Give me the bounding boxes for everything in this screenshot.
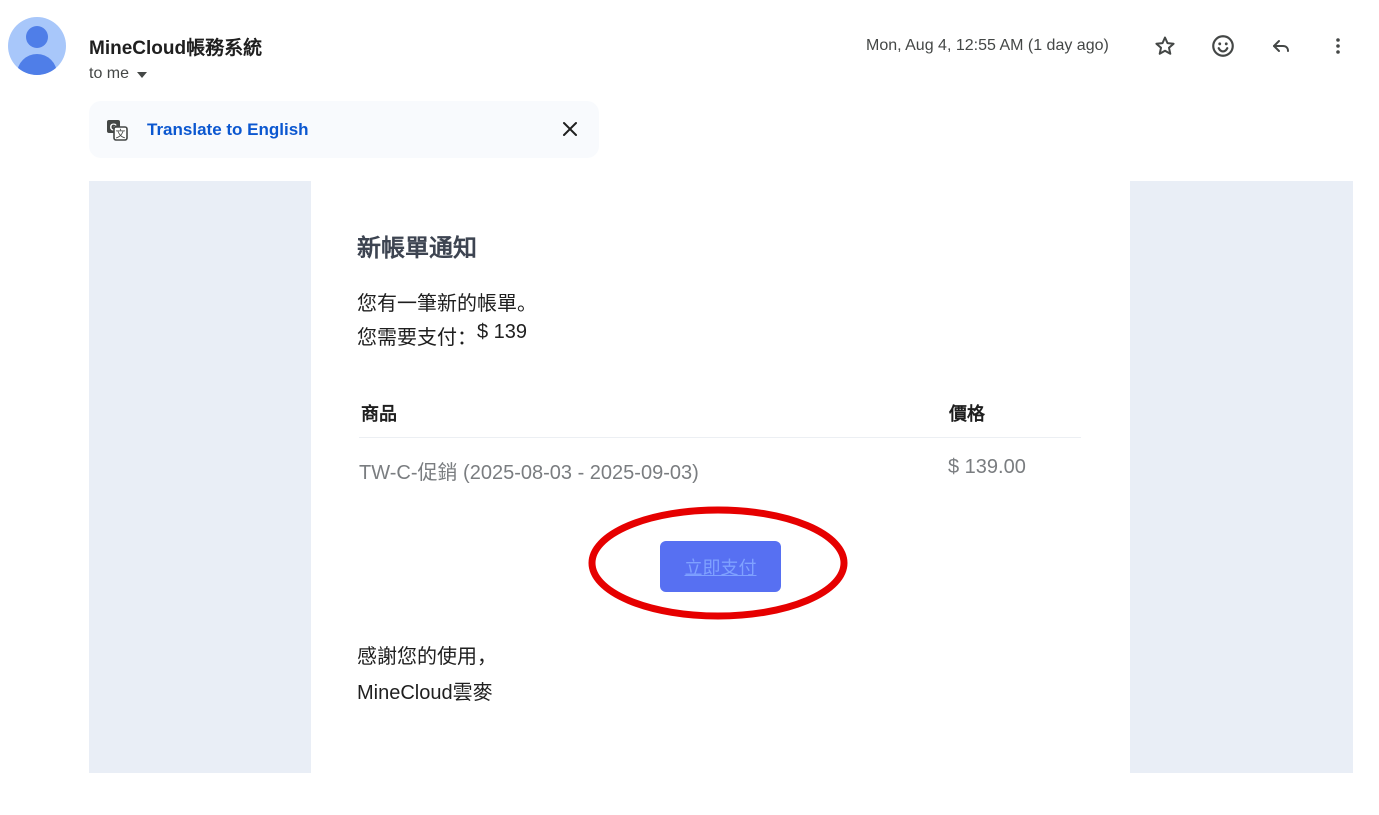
amount-due-line: 您需要支付： $ 139 [357,321,527,350]
translate-icon: G 文 [105,118,129,142]
thanks-text: 感謝您的使用， [357,646,497,668]
sender-name: MineCloud帳務系統 [89,38,263,59]
emoji-reaction-icon[interactable] [1207,30,1239,62]
translate-bar: G 文 Translate to English [89,101,599,158]
recipient-details-toggle[interactable]: to me [89,65,148,83]
close-icon[interactable] [557,116,583,142]
chevron-down-icon[interactable] [137,72,148,78]
table-divider [359,437,1081,438]
table-header-price: 價格 [949,404,985,424]
pay-now-label[interactable]: 立即支付 [685,554,757,580]
email-timestamp: Mon, Aug 4, 12:55 AM (1 day ago) [866,37,1109,54]
table-row-item: TW-C-促銷 (2025-08-03 - 2025-09-03) [359,462,699,484]
svg-text:文: 文 [116,128,126,141]
signoff-text: MineCloud雲麥 [357,682,493,704]
translate-to-english-link[interactable]: Translate to English [147,120,309,140]
star-icon[interactable] [1149,30,1181,62]
amount-due-value: $ 139 [477,321,528,343]
more-vert-icon[interactable] [1322,30,1354,62]
table-row-price: $ 139.00 [948,456,1026,478]
notice-title: 新帳單通知 [357,235,477,262]
recipient-label: to me [89,65,130,82]
new-bill-message: 您有一筆新的帳單。 [357,293,537,315]
table-header-item: 商品 [361,404,397,424]
person-avatar-icon[interactable] [8,17,66,75]
pay-now-button[interactable]: 立即支付 [660,541,781,592]
reply-icon[interactable] [1265,30,1297,62]
amount-due-label: 您需要支付： [357,327,477,349]
